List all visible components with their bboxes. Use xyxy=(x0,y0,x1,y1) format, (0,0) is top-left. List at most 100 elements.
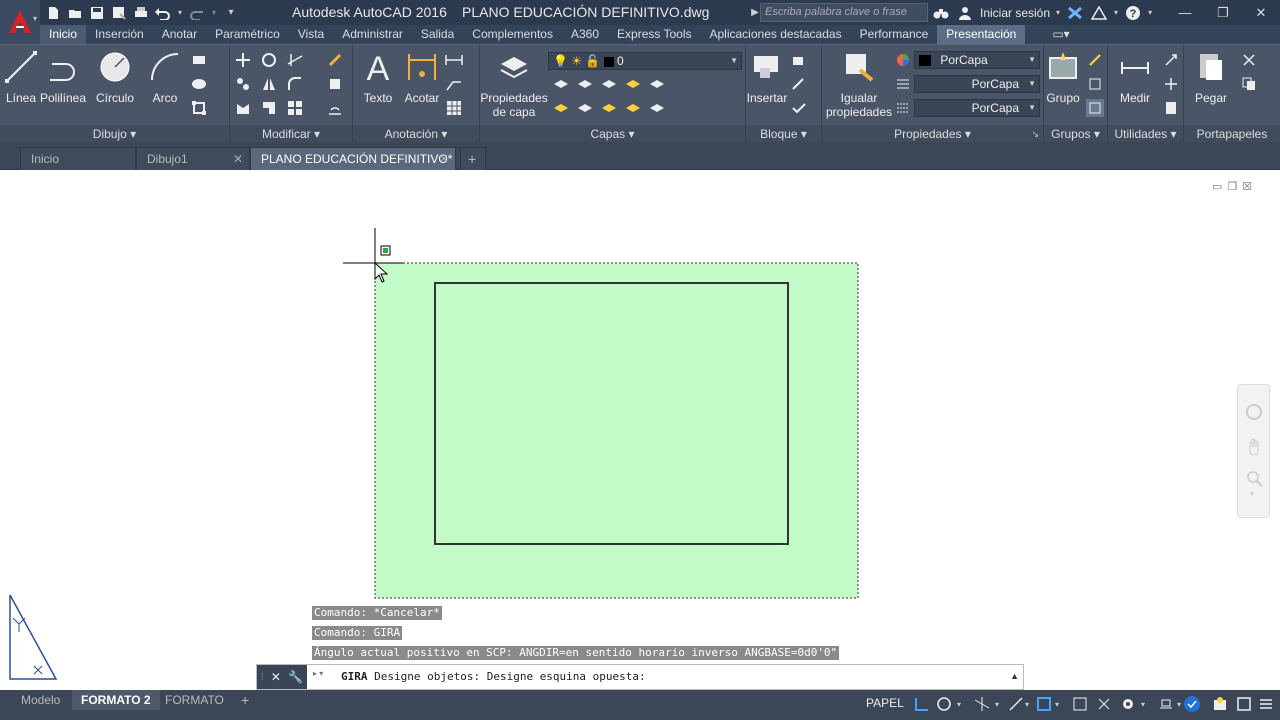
edit-block-icon[interactable] xyxy=(790,75,808,93)
fillet-icon[interactable] xyxy=(286,75,304,93)
a360-dropdown-icon[interactable]: ▾ xyxy=(1114,8,1118,17)
binoculars-icon[interactable] xyxy=(932,4,950,22)
polar-dropdown-icon[interactable]: ▾ xyxy=(954,694,964,714)
open-file-icon[interactable] xyxy=(66,4,84,22)
multileader-icon[interactable] xyxy=(445,75,463,93)
close-icon[interactable]: ✕ xyxy=(1242,0,1280,25)
grid-snap-icon[interactable] xyxy=(912,694,932,714)
circulo-button[interactable]: Círculo xyxy=(88,49,142,105)
new-file-icon[interactable] xyxy=(44,4,62,22)
command-line[interactable]: ⁞ ✕ 🔧 ▸ ▾ GIRA Designe objetos: Designe … xyxy=(256,664,1024,690)
redo-dropdown-icon[interactable]: ▾ xyxy=(210,4,218,22)
isodraft-dropdown-icon[interactable]: ▾ xyxy=(992,694,1002,714)
lineweight-toggle-icon[interactable] xyxy=(1034,694,1054,714)
group-edit-icon[interactable] xyxy=(1086,75,1104,93)
login-link[interactable]: Iniciar sesión xyxy=(980,6,1050,20)
layer-tool-7-icon[interactable] xyxy=(576,99,594,117)
medir-button[interactable]: Medir xyxy=(1108,49,1162,105)
layout-tab-formato[interactable]: FORMATO xyxy=(156,690,233,710)
tab-insercion[interactable]: Inserción xyxy=(86,25,153,44)
file-tab-plano[interactable]: PLANO EDUCACIÓN DEFINITIVO* ✕ xyxy=(250,147,456,170)
panel-title-capas[interactable]: Capas ▾ xyxy=(480,125,745,143)
login-dropdown-icon[interactable]: ▾ xyxy=(1056,8,1060,17)
polilinea-button[interactable]: Polilínea xyxy=(36,49,90,105)
layer-combo[interactable]: 💡 ☀ 🔓 0 ▼ xyxy=(548,52,742,70)
zoom-dropdown-icon[interactable]: ▾ xyxy=(1250,489,1254,498)
insertar-button[interactable]: Insertar xyxy=(740,49,794,105)
panel-title-utilidades[interactable]: Utilidades ▾ xyxy=(1108,125,1183,143)
hatch-icon[interactable] xyxy=(190,75,208,93)
region-icon[interactable] xyxy=(190,99,208,117)
igualar-propiedades-button[interactable]: Igualar propiedades xyxy=(826,49,892,119)
id-point-icon[interactable] xyxy=(1162,75,1180,93)
layer-tool-5-icon[interactable] xyxy=(648,75,666,93)
undo-dropdown-icon[interactable]: ▾ xyxy=(176,4,184,22)
erase-icon[interactable] xyxy=(326,51,344,69)
stretch-icon[interactable] xyxy=(234,99,252,117)
table-icon[interactable] xyxy=(445,99,463,117)
help-icon[interactable]: ? xyxy=(1124,4,1142,22)
new-tab-button[interactable]: + xyxy=(460,147,486,170)
close-tab-icon[interactable]: ✕ xyxy=(233,148,243,171)
help-dropdown-icon[interactable]: ▾ xyxy=(1148,8,1152,17)
tab-aplicaciones-destacadas[interactable]: Aplicaciones destacadas xyxy=(701,25,851,44)
cmd-history-toggle-icon[interactable]: ▲ xyxy=(1010,671,1019,681)
redo-icon[interactable] xyxy=(188,4,206,22)
polar-tracking-icon[interactable] xyxy=(934,694,954,714)
group-select-icon[interactable] xyxy=(1086,99,1104,117)
application-menu-button[interactable]: ▾ xyxy=(0,0,40,44)
ungroup-icon[interactable] xyxy=(1086,51,1104,69)
mirror-icon[interactable] xyxy=(260,75,278,93)
panel-title-propiedades[interactable]: Propiedades ▾ xyxy=(822,125,1043,143)
qat-customize-icon[interactable]: ▾ xyxy=(222,4,240,22)
acotar-button[interactable]: Acotar xyxy=(395,49,449,105)
add-layout-button[interactable]: + xyxy=(232,690,258,710)
layer-tool-8-icon[interactable] xyxy=(600,99,618,117)
panel-title-grupos[interactable]: Grupos ▾ xyxy=(1044,125,1107,143)
block-attributes-icon[interactable] xyxy=(790,99,808,117)
cut-icon[interactable] xyxy=(1240,51,1258,69)
panel-title-anotacion[interactable]: Anotación ▾ xyxy=(353,125,479,143)
copy-clip-icon[interactable] xyxy=(1240,75,1258,93)
layer-tool-6-icon[interactable] xyxy=(552,99,570,117)
panel-title-modificar[interactable]: Modificar ▾ xyxy=(230,125,352,143)
layer-tool-10-icon[interactable] xyxy=(648,99,666,117)
trim-icon[interactable] xyxy=(286,51,304,69)
layout-tab-formato-2[interactable]: FORMATO 2 xyxy=(72,690,160,710)
lw-dropdown-icon[interactable]: ▾ xyxy=(1052,694,1062,714)
viewport-close-icon[interactable]: ☒ xyxy=(1242,180,1252,193)
customize-status-icon[interactable] xyxy=(1256,694,1276,714)
create-block-icon[interactable] xyxy=(790,51,808,69)
osnap-dropdown-icon[interactable]: ▾ xyxy=(1022,694,1032,714)
layer-tool-2-icon[interactable] xyxy=(576,75,594,93)
ribbon-minimize-icon[interactable]: ▭▾ xyxy=(1043,25,1078,44)
workspace-dropdown-icon[interactable]: ▾ xyxy=(1138,694,1148,714)
tab-salida[interactable]: Salida xyxy=(412,25,463,44)
layer-tool-9-icon[interactable] xyxy=(624,99,642,117)
cmd-recent-icon[interactable]: ▸ ▾ xyxy=(313,669,323,678)
panel-title-portapapeles[interactable]: Portapapeles xyxy=(1184,125,1280,143)
user-icon[interactable] xyxy=(956,4,974,22)
cmd-customize-icon[interactable]: 🔧 xyxy=(288,670,303,684)
tab-presentacion[interactable]: Presentación xyxy=(937,25,1026,44)
isolate-objects-icon[interactable] xyxy=(1210,694,1230,714)
tab-complementos[interactable]: Complementos xyxy=(463,25,562,44)
file-tab-inicio[interactable]: Inicio xyxy=(20,147,136,170)
file-tab-dibujo1[interactable]: Dibujo1 ✕ xyxy=(136,147,250,170)
calculator-icon[interactable] xyxy=(1162,99,1180,117)
explode-icon[interactable] xyxy=(326,75,344,93)
layer-tool-4-icon[interactable] xyxy=(624,75,642,93)
tab-performance[interactable]: Performance xyxy=(851,25,938,44)
minimize-icon[interactable]: — xyxy=(1166,0,1204,25)
close-tab-icon[interactable]: ✕ xyxy=(439,148,449,171)
zoom-extents-icon[interactable] xyxy=(1245,469,1263,487)
rotate-icon[interactable] xyxy=(260,51,278,69)
rectangle-icon[interactable] xyxy=(190,51,208,69)
quick-select-icon[interactable] xyxy=(1162,51,1180,69)
save-as-icon[interactable] xyxy=(110,4,128,22)
viewport-minimize-icon[interactable]: ▭ xyxy=(1212,180,1222,193)
panel-title-dibujo[interactable]: Dibujo ▾ xyxy=(0,125,229,143)
leader-icon[interactable] xyxy=(445,51,463,69)
layer-tool-1-icon[interactable] xyxy=(552,75,570,93)
viewport-restore-icon[interactable]: ❐ xyxy=(1227,180,1237,193)
